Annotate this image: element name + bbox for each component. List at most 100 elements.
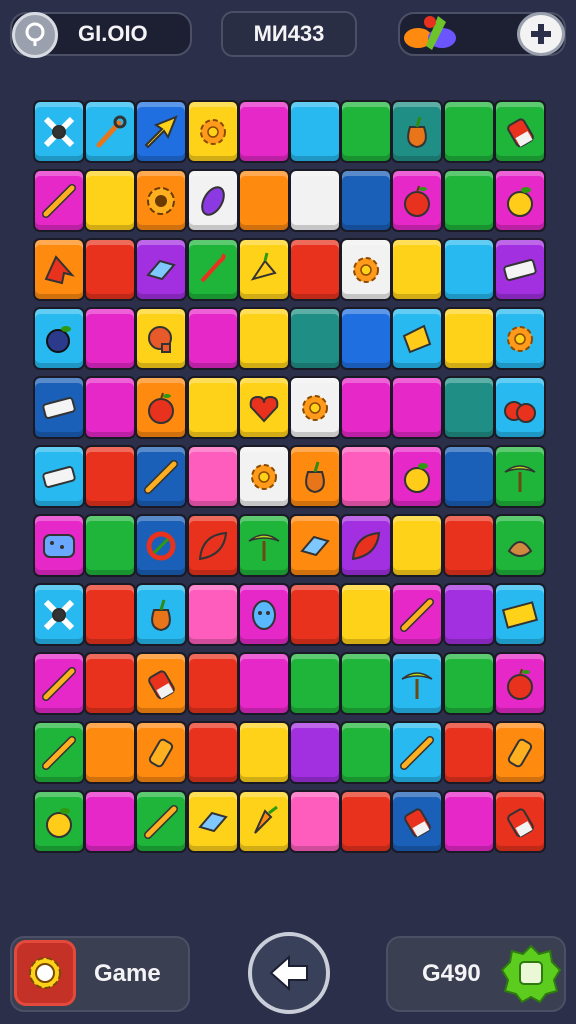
board-tile[interactable] (33, 100, 85, 163)
board-tile[interactable] (84, 238, 136, 301)
board-tile[interactable] (33, 169, 85, 232)
board-tile[interactable] (135, 445, 187, 508)
board-tile[interactable] (289, 583, 341, 646)
board-tile[interactable] (84, 721, 136, 784)
board-tile[interactable] (84, 652, 136, 715)
pin-icon[interactable] (12, 12, 58, 58)
board-tile[interactable] (187, 307, 239, 370)
board-tile[interactable] (135, 583, 187, 646)
board-tile[interactable] (443, 100, 495, 163)
board-tile[interactable] (494, 721, 546, 784)
gear-icon[interactable] (14, 940, 76, 1006)
board-tile[interactable] (238, 100, 290, 163)
board-tile[interactable] (84, 100, 136, 163)
board-tile[interactable] (33, 445, 85, 508)
board-tile[interactable] (135, 307, 187, 370)
board-tile[interactable] (84, 514, 136, 577)
board-tile[interactable] (289, 652, 341, 715)
board-tile[interactable] (340, 652, 392, 715)
board-tile[interactable] (33, 238, 85, 301)
board-tile[interactable] (340, 514, 392, 577)
board-tile[interactable] (494, 790, 546, 853)
board-tile[interactable] (443, 652, 495, 715)
board-tile[interactable] (187, 238, 239, 301)
board-tile[interactable] (289, 238, 341, 301)
board-tile[interactable] (391, 100, 443, 163)
board-tile[interactable] (340, 307, 392, 370)
board-tile[interactable] (187, 583, 239, 646)
board-tile[interactable] (494, 238, 546, 301)
board-tile[interactable] (443, 721, 495, 784)
board-tile[interactable] (494, 100, 546, 163)
board-tile[interactable] (443, 376, 495, 439)
board-tile[interactable] (33, 376, 85, 439)
board-tile[interactable] (494, 583, 546, 646)
board-tile[interactable] (391, 790, 443, 853)
board-tile[interactable] (340, 100, 392, 163)
board-tile[interactable] (494, 307, 546, 370)
board-tile[interactable] (187, 721, 239, 784)
board-tile[interactable] (84, 169, 136, 232)
board-tile[interactable] (443, 307, 495, 370)
board-tile[interactable] (135, 652, 187, 715)
board-tile[interactable] (33, 307, 85, 370)
board-tile[interactable] (187, 169, 239, 232)
board-tile[interactable] (443, 583, 495, 646)
back-button[interactable] (248, 932, 330, 1014)
board-tile[interactable] (391, 307, 443, 370)
board-tile[interactable] (187, 652, 239, 715)
board-tile[interactable] (238, 790, 290, 853)
board-tile[interactable] (340, 169, 392, 232)
board-tile[interactable] (391, 169, 443, 232)
board-tile[interactable] (494, 169, 546, 232)
board-tile[interactable] (289, 307, 341, 370)
board-tile[interactable] (443, 514, 495, 577)
board-tile[interactable] (135, 238, 187, 301)
board-tile[interactable] (84, 376, 136, 439)
board-tile[interactable] (289, 100, 341, 163)
board-tile[interactable] (187, 445, 239, 508)
board-tile[interactable] (33, 790, 85, 853)
board-tile[interactable] (135, 790, 187, 853)
board-tile[interactable] (135, 721, 187, 784)
board-tile[interactable] (33, 583, 85, 646)
board-tile[interactable] (187, 376, 239, 439)
board-tile[interactable] (340, 790, 392, 853)
board-tile[interactable] (494, 514, 546, 577)
board-tile[interactable] (289, 514, 341, 577)
board-tile[interactable] (238, 652, 290, 715)
board-tile[interactable] (33, 652, 85, 715)
board-tile[interactable] (340, 376, 392, 439)
board-tile[interactable] (238, 238, 290, 301)
board-tile[interactable] (391, 583, 443, 646)
board-tile[interactable] (340, 445, 392, 508)
board-tile[interactable] (135, 376, 187, 439)
board-tile[interactable] (340, 583, 392, 646)
board-tile[interactable] (494, 652, 546, 715)
board-tile[interactable] (289, 790, 341, 853)
board-tile[interactable] (187, 100, 239, 163)
board-tile[interactable] (289, 376, 341, 439)
board-tile[interactable] (238, 445, 290, 508)
plus-button[interactable] (517, 12, 565, 56)
board-tile[interactable] (289, 169, 341, 232)
board-tile[interactable] (84, 583, 136, 646)
board-tile[interactable] (187, 790, 239, 853)
board-tile[interactable] (391, 514, 443, 577)
board-tile[interactable] (187, 514, 239, 577)
board-tile[interactable] (494, 376, 546, 439)
board-tile[interactable] (289, 445, 341, 508)
board-tile[interactable] (391, 445, 443, 508)
board-tile[interactable] (443, 169, 495, 232)
board-tile[interactable] (391, 652, 443, 715)
board-tile[interactable] (238, 583, 290, 646)
board-tile[interactable] (238, 514, 290, 577)
board-tile[interactable] (238, 307, 290, 370)
board-tile[interactable] (238, 169, 290, 232)
board-tile[interactable] (135, 100, 187, 163)
board-tile[interactable] (340, 238, 392, 301)
board-tile[interactable] (33, 514, 85, 577)
board-tile[interactable] (33, 721, 85, 784)
board-tile[interactable] (391, 238, 443, 301)
board-tile[interactable] (443, 238, 495, 301)
